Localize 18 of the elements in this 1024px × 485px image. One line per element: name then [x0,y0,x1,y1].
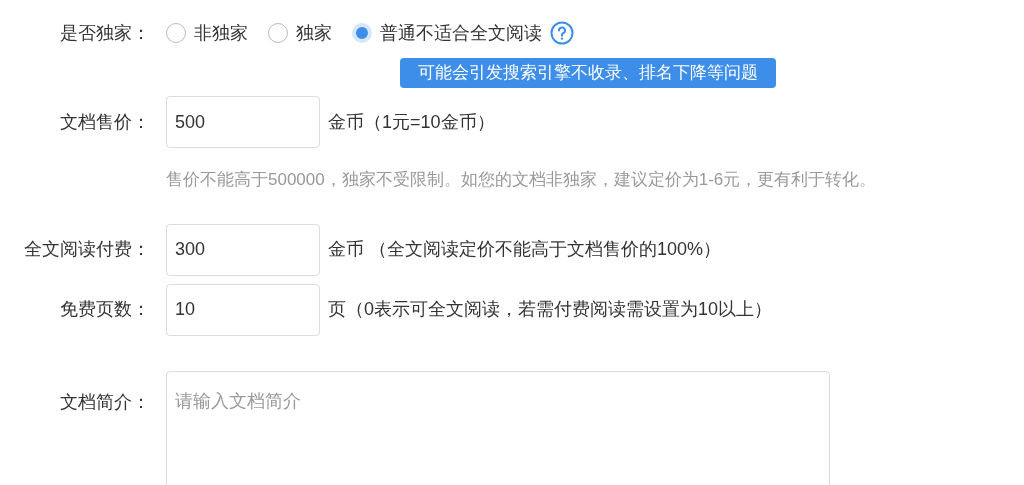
field-label: 免费页数： [60,298,150,321]
radio-option[interactable]: 独家 [268,19,332,47]
text-field[interactable]: 500 [166,96,320,148]
field-label: 文档简介： [60,390,150,414]
text-field[interactable]: 300 [166,223,320,276]
unit-note: 页（0表示可全文阅读，若需付费阅读需设置为10以上） [328,298,773,321]
unit-note: 金币（1元=10金币） [328,110,495,134]
help-icon[interactable] [550,21,574,45]
radio-option[interactable]: 非独家 [166,19,248,47]
text-field[interactable]: 10 [166,283,320,336]
field-label: 全文阅读付费： [24,238,150,261]
description-field[interactable]: 请输入文档简介 [166,370,830,485]
tooltip: 可能会引发搜索引擎不收录、排名下降等问题 [400,58,776,88]
radio-option[interactable]: 普通不适合全文阅读 [352,19,542,47]
field-label: 是否独家： [60,21,150,45]
hint-text: 售价不能高于500000，独家不受限制。如您的文档非独家，建议定价为1-6元，更有利于转化。 [166,170,877,189]
field-label: 文档售价： [60,110,150,134]
unit-note: 金币 （全文阅读定价不能高于文档售价的100%） [328,238,722,261]
